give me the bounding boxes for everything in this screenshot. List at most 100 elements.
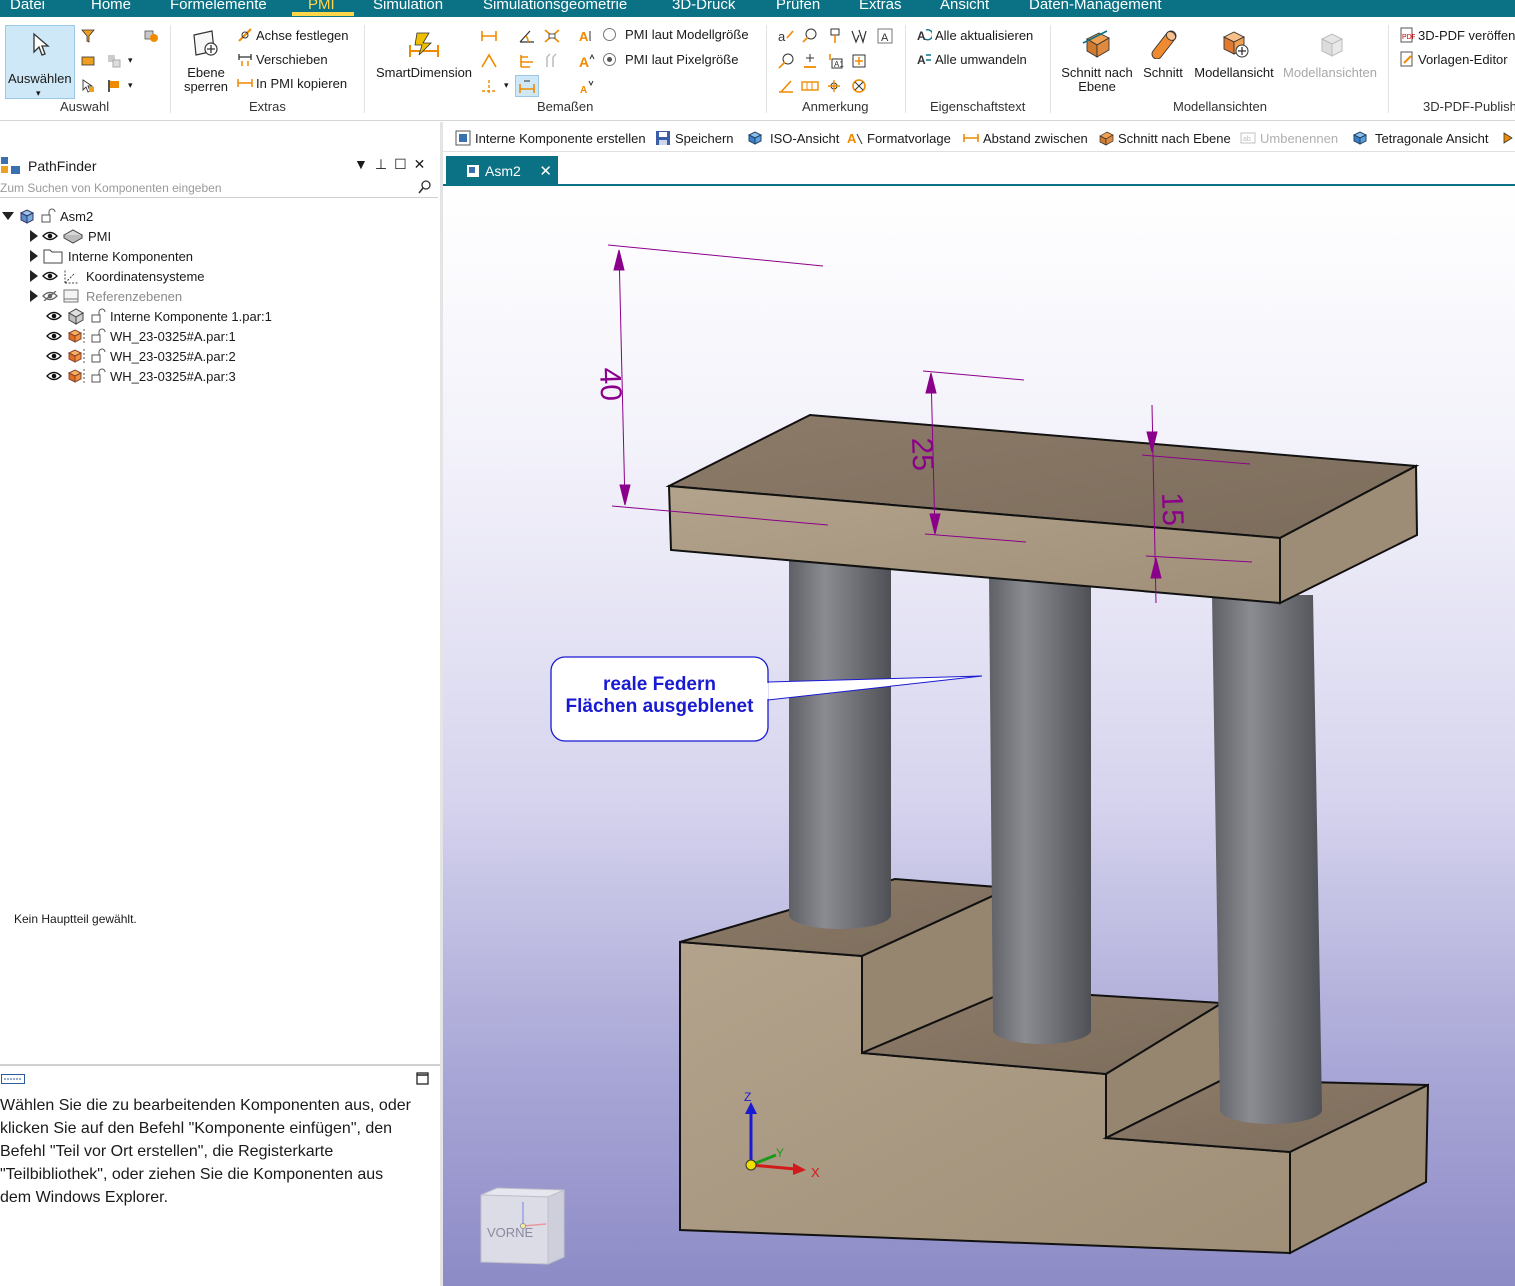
expand-arrow-icon[interactable] bbox=[30, 250, 38, 262]
weld-symbol-icon[interactable] bbox=[777, 53, 795, 69]
menu-home[interactable]: Home bbox=[91, 0, 131, 13]
orange-flag-icon[interactable] bbox=[106, 78, 122, 94]
menu-daten-management[interactable]: Daten-Management bbox=[1029, 0, 1162, 13]
feature-control-frame-icon[interactable] bbox=[801, 78, 819, 94]
angle-dimension-icon[interactable] bbox=[518, 28, 536, 44]
tree-item-wh-par-2[interactable]: WH_23-0325#A.par:2 bbox=[46, 346, 236, 366]
menu-ansicht[interactable]: Ansicht bbox=[940, 0, 989, 13]
assembly-select-icon[interactable] bbox=[143, 28, 159, 44]
tree-item-interne-komponenten[interactable]: Interne Komponenten bbox=[30, 246, 193, 266]
tree-item-wh-par-3[interactable]: WH_23-0325#A.par:3 bbox=[46, 366, 236, 386]
view-cube[interactable]: VORNE bbox=[480, 1187, 565, 1265]
text-box-icon[interactable]: A bbox=[877, 28, 893, 44]
text-size-up-icon[interactable]: A bbox=[578, 53, 596, 69]
tree-item-koordinatensysteme[interactable]: Koordinatensysteme bbox=[30, 266, 205, 286]
callout-icon[interactable]: a bbox=[777, 28, 795, 44]
search-icon[interactable] bbox=[418, 180, 432, 194]
model-view-button[interactable]: Modellansicht bbox=[1190, 29, 1278, 80]
close-tab-icon[interactable]: ✕ bbox=[539, 162, 552, 180]
maximize-icon[interactable]: ☐ bbox=[394, 156, 407, 173]
close-icon[interactable]: ✕ bbox=[414, 156, 426, 173]
model-views-button[interactable]: Modellansichten bbox=[1280, 29, 1380, 80]
expand-arrow-icon[interactable] bbox=[30, 230, 38, 242]
eye-icon[interactable] bbox=[46, 351, 62, 361]
spring-cylinder-1[interactable] bbox=[789, 560, 891, 929]
target-point-icon[interactable] bbox=[850, 53, 868, 69]
set-axis-button[interactable]: Achse festlegen bbox=[237, 27, 349, 43]
pdf-publish-button[interactable]: PDF 3D-PDF veröffen bbox=[1399, 27, 1515, 43]
filter-icon[interactable] bbox=[80, 28, 96, 44]
radio-pixel-size[interactable] bbox=[603, 53, 616, 66]
tetragonal-view-button[interactable]: Tetragonale Ansicht bbox=[1352, 130, 1488, 146]
menu-simulationsgeometrie[interactable]: Simulationsgeometrie bbox=[483, 0, 627, 13]
spring-cylinder-3[interactable] bbox=[1212, 595, 1322, 1124]
component-search-input[interactable]: Zum Suchen von Komponenten eingeben bbox=[0, 178, 438, 198]
collapse-arrow-icon[interactable] bbox=[2, 212, 14, 220]
plane-lock-button[interactable]: Ebene sperren bbox=[180, 29, 232, 94]
tree-item-wh-par-1[interactable]: WH_23-0325#A.par:1 bbox=[46, 326, 236, 346]
stacked-dimension-icon[interactable] bbox=[518, 53, 536, 69]
chevron-down-icon[interactable]: ▾ bbox=[128, 80, 133, 91]
expand-arrow-icon[interactable] bbox=[30, 290, 38, 302]
format-template-button[interactable]: A Formatvorlage bbox=[847, 130, 951, 147]
datum-frame-icon[interactable]: A1 bbox=[826, 53, 844, 69]
text-size-down-icon[interactable]: A bbox=[578, 79, 596, 95]
leader-icon[interactable] bbox=[826, 28, 844, 44]
menu-datei[interactable]: Datei bbox=[10, 0, 45, 13]
expand-arrow-icon[interactable] bbox=[30, 270, 38, 282]
chevron-down-icon[interactable]: ▾ bbox=[128, 55, 133, 66]
eye-icon[interactable] bbox=[42, 231, 58, 241]
text-size-icon[interactable]: A bbox=[578, 28, 596, 44]
save-button[interactable]: Speichern bbox=[655, 130, 734, 146]
select-tool-icon-3[interactable] bbox=[80, 78, 96, 94]
eye-icon[interactable] bbox=[42, 271, 58, 281]
move-button[interactable]: Verschieben bbox=[237, 51, 328, 67]
pane-menu-icon[interactable]: ▼ bbox=[354, 156, 368, 173]
dimension-axis-icon[interactable] bbox=[480, 78, 498, 94]
maximize-icon[interactable] bbox=[416, 1072, 429, 1085]
component-select-icon[interactable] bbox=[106, 53, 122, 69]
create-internal-component-button[interactable]: Interne Komponente erstellen bbox=[455, 130, 646, 146]
coordinate-dimension-icon[interactable] bbox=[480, 53, 498, 69]
tree-item-referenzebenen[interactable]: Referenzebenen bbox=[30, 286, 182, 306]
convert-all-button[interactable]: A Alle umwandeln bbox=[916, 51, 1027, 68]
section-by-plane-quick-button[interactable]: Schnitt nach Ebene bbox=[1098, 130, 1231, 146]
distance-dimension-icon[interactable] bbox=[480, 28, 498, 44]
surface-texture-icon[interactable] bbox=[850, 28, 868, 44]
cross-hatch-icon[interactable] bbox=[826, 78, 844, 94]
tree-item-pmi[interactable]: PMI bbox=[30, 226, 111, 246]
spring-cylinder-2[interactable] bbox=[989, 575, 1091, 1044]
menu-extras[interactable]: Extras bbox=[859, 0, 902, 13]
section-button[interactable]: Schnitt bbox=[1140, 29, 1186, 80]
update-all-button[interactable]: A Alle aktualisieren bbox=[916, 27, 1033, 44]
datum-point-icon[interactable] bbox=[801, 53, 819, 69]
copy-to-pmi-button[interactable]: In PMI kopieren bbox=[237, 75, 347, 91]
template-editor-button[interactable]: Vorlagen-Editor bbox=[1399, 51, 1508, 67]
section-by-plane-button[interactable]: Schnitt nach Ebene bbox=[1058, 29, 1136, 94]
radio-model-size[interactable] bbox=[603, 28, 616, 41]
dimension-style-toggle[interactable] bbox=[515, 75, 539, 97]
pmi-model-size-option[interactable]: PMI laut Modellgröße bbox=[603, 27, 749, 42]
symmetric-dimension-icon[interactable] bbox=[543, 28, 561, 44]
top-plate[interactable] bbox=[665, 413, 1420, 605]
eye-hidden-icon[interactable] bbox=[42, 291, 58, 301]
iso-view-button[interactable]: ISO-Ansicht bbox=[747, 130, 839, 146]
distance-between-button[interactable]: Abstand zwischen bbox=[963, 130, 1088, 146]
select-tool-button[interactable]: Auswählen ▾ bbox=[5, 25, 75, 99]
3d-viewport[interactable]: Z X Y VORNE 40 25 15 bbox=[443, 187, 1515, 1286]
menu-pruefen[interactable]: Prüfen bbox=[776, 0, 820, 13]
smartdimension-button[interactable]: SmartDimension bbox=[372, 29, 476, 80]
menu-simulation[interactable]: Simulation bbox=[373, 0, 443, 13]
select-tool-icon-2[interactable] bbox=[80, 53, 96, 69]
rename-button[interactable]: ab Umbenennen bbox=[1240, 130, 1338, 146]
tree-item-interne-komponente-1[interactable]: Interne Komponente 1.par:1 bbox=[46, 306, 272, 326]
eye-icon[interactable] bbox=[46, 331, 62, 341]
pin-icon[interactable]: ⊥ bbox=[375, 156, 387, 173]
overflow-arrow-icon[interactable] bbox=[1503, 132, 1513, 144]
chevron-down-icon[interactable]: ▾ bbox=[504, 80, 509, 91]
eye-icon[interactable] bbox=[46, 311, 62, 321]
balloon-icon[interactable] bbox=[801, 28, 819, 44]
menu-formelemente[interactable]: Formelemente bbox=[170, 0, 267, 13]
tree-item-asm2[interactable]: Asm2 bbox=[2, 206, 93, 226]
edge-condition-icon[interactable] bbox=[777, 78, 795, 94]
